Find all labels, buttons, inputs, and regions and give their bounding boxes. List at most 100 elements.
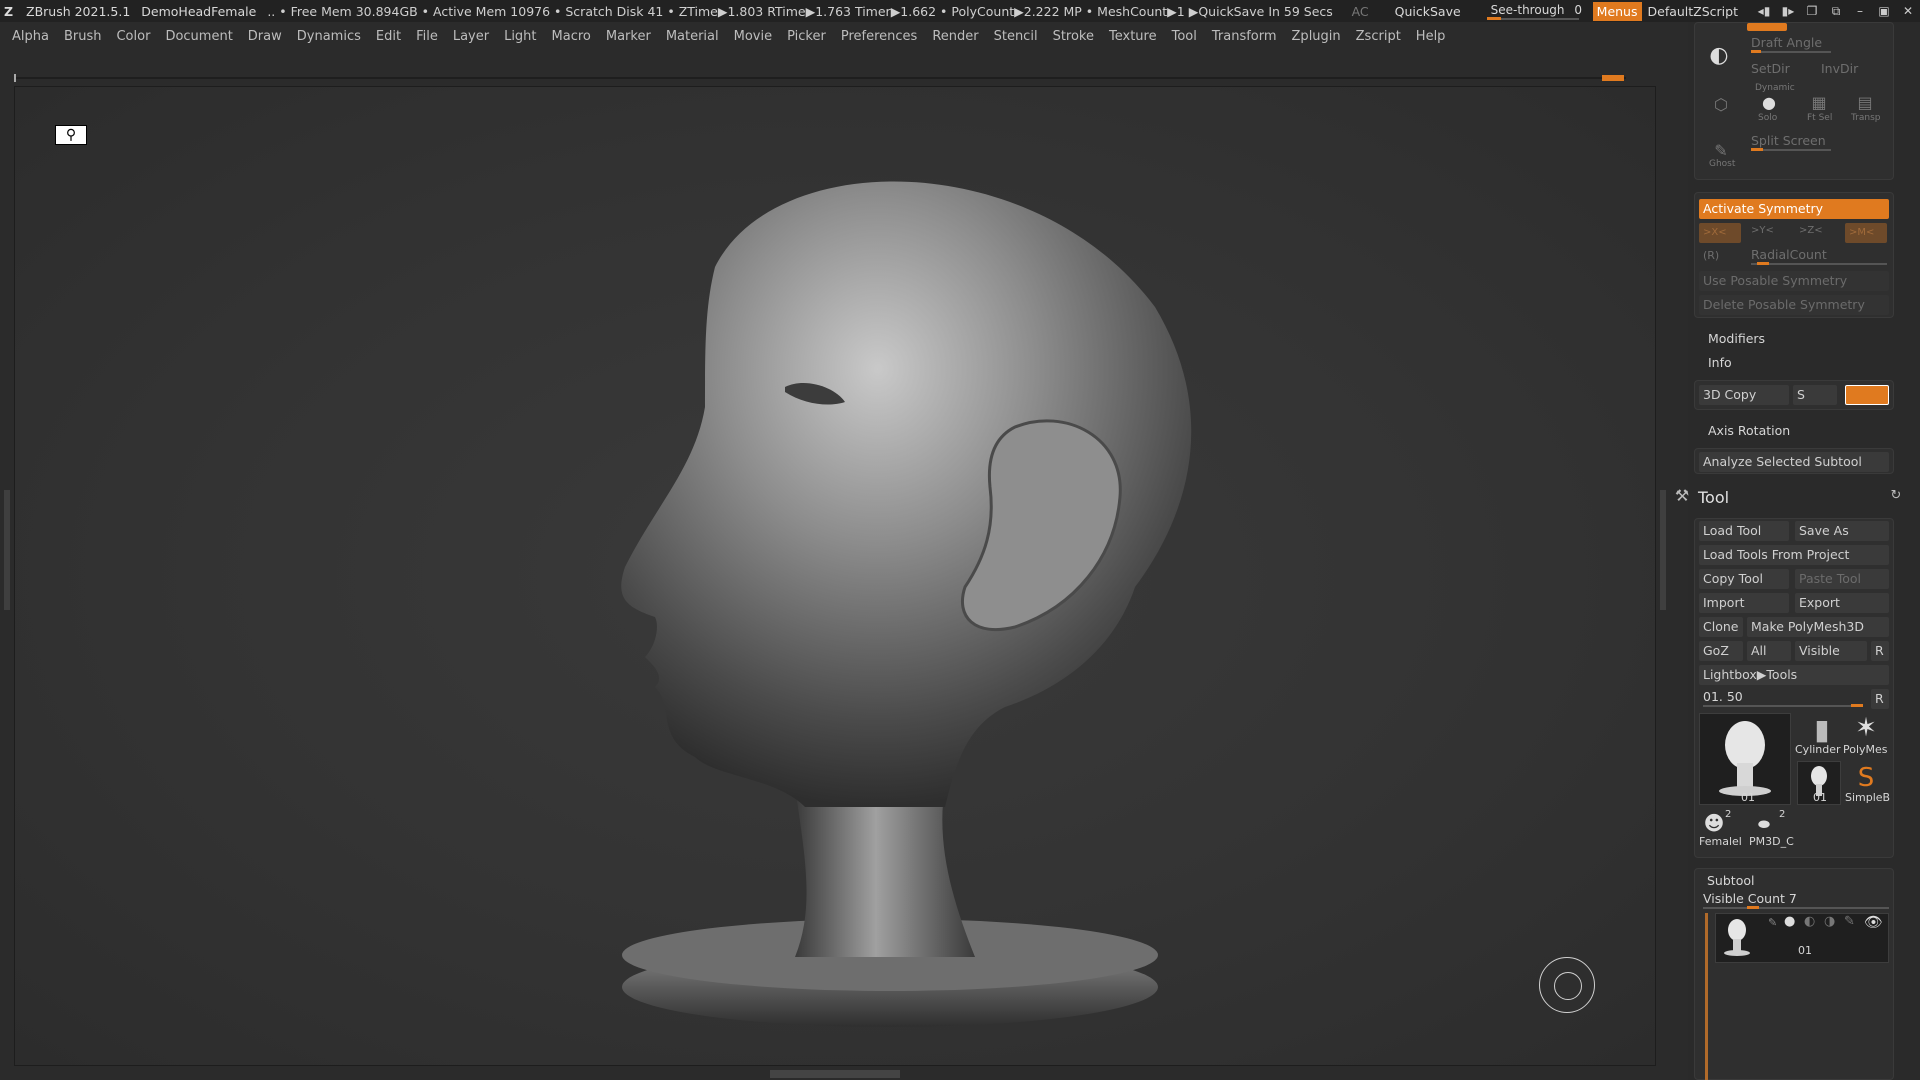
info-section[interactable]: Info <box>1708 355 1732 370</box>
setdir-button[interactable]: SetDir <box>1751 61 1790 76</box>
invdir-button[interactable]: InvDir <box>1821 61 1858 76</box>
tool-palette-title[interactable]: Tool <box>1698 488 1729 507</box>
local-symmetry-icon[interactable]: ◐ <box>1705 43 1733 68</box>
transp-icon[interactable]: ▤ <box>1851 93 1879 112</box>
menu-brush[interactable]: Brush <box>64 29 102 44</box>
analyze-selected-subtool-button[interactable]: Analyze Selected Subtool <box>1699 452 1889 472</box>
split-screen-track[interactable] <box>1751 149 1831 151</box>
axis-rotation-section[interactable]: Axis Rotation <box>1708 423 1790 438</box>
copy3d-button[interactable]: 3D Copy <box>1699 385 1789 405</box>
subtool-polypaint-icon[interactable]: ● <box>1784 914 1795 929</box>
symmetry-m-button[interactable]: >M< <box>1845 223 1887 243</box>
menu-stencil[interactable]: Stencil <box>994 29 1038 44</box>
draft-angle-track[interactable] <box>1751 51 1831 53</box>
menu-document[interactable]: Document <box>165 29 232 44</box>
save-as-button[interactable]: Save As <box>1795 521 1889 541</box>
subtool-dynamic-icon[interactable]: ◑ <box>1824 914 1835 929</box>
right-tray-handle[interactable] <box>1660 490 1666 610</box>
quicksave-button[interactable]: QuickSave <box>1395 4 1461 19</box>
radial-count-label[interactable]: RadialCount <box>1751 247 1827 262</box>
menu-movie[interactable]: Movie <box>734 29 772 44</box>
see-through-slider[interactable]: See-through 0 <box>1486 2 1582 20</box>
close-icon[interactable]: ✕ <box>1896 4 1920 18</box>
menu-render[interactable]: Render <box>932 29 978 44</box>
goz-visible-button[interactable]: Visible <box>1795 641 1867 661</box>
make-polymesh3d-button[interactable]: Make PolyMesh3D <box>1747 617 1889 637</box>
menu-marker[interactable]: Marker <box>606 29 651 44</box>
symmetry-radial-button[interactable]: (R) <box>1703 249 1719 262</box>
layout-right-icon[interactable]: ▮▸ <box>1776 4 1800 18</box>
bottom-tray-handle[interactable] <box>770 1070 900 1078</box>
menu-stroke[interactable]: Stroke <box>1053 29 1094 44</box>
menu-material[interactable]: Material <box>666 29 719 44</box>
subtool-title[interactable]: Subtool <box>1707 873 1754 888</box>
female-head-thumb-icon[interactable]: ☻ <box>1701 811 1727 835</box>
modifiers-section[interactable]: Modifiers <box>1708 331 1765 346</box>
minimize-icon[interactable]: – <box>1848 4 1872 18</box>
menu-preferences[interactable]: Preferences <box>841 29 917 44</box>
subtool-pencil-icon[interactable]: ✎ <box>1844 914 1855 929</box>
symmetry-x-button[interactable]: >X< <box>1699 223 1741 243</box>
timeline-ruler[interactable] <box>14 74 1626 82</box>
subtool-scrollbar[interactable] <box>1705 913 1708 1080</box>
ruler-marker[interactable] <box>1602 75 1624 81</box>
visible-count-track[interactable] <box>1703 907 1889 909</box>
window-cascade-icon[interactable]: ⧉ <box>1824 4 1848 19</box>
tool-slider-r-button[interactable]: R <box>1871 689 1889 709</box>
polymesh-star-icon[interactable]: ✶ <box>1851 713 1881 743</box>
navigation-gizmo[interactable] <box>1539 957 1595 1013</box>
transform-orange-button[interactable] <box>1747 23 1787 31</box>
menu-zscript[interactable]: Zscript <box>1356 29 1401 44</box>
menu-tool[interactable]: Tool <box>1172 29 1197 44</box>
menus-toggle[interactable]: Menus <box>1592 1 1642 21</box>
goz-r-button[interactable]: R <box>1871 641 1889 661</box>
document-canvas[interactable]: ⚲ <box>14 86 1656 1066</box>
ac-button[interactable]: AC <box>1352 4 1369 19</box>
menu-edit[interactable]: Edit <box>376 29 401 44</box>
split-screen-button[interactable]: Split Screen <box>1751 133 1826 148</box>
copy-tool-button[interactable]: Copy Tool <box>1699 569 1789 589</box>
tool-slider-track[interactable] <box>1703 705 1863 707</box>
symmetry-y-button[interactable]: >Y< <box>1751 225 1774 236</box>
menu-picker[interactable]: Picker <box>787 29 826 44</box>
menu-macro[interactable]: Macro <box>552 29 591 44</box>
menu-alpha[interactable]: Alpha <box>12 29 49 44</box>
menu-dynamics[interactable]: Dynamics <box>297 29 361 44</box>
refresh-icon[interactable]: ↻ <box>1888 488 1904 503</box>
subtool-eye-icon[interactable]: 👁 <box>1864 913 1883 931</box>
menu-transform[interactable]: Transform <box>1212 29 1277 44</box>
menu-texture[interactable]: Texture <box>1109 29 1157 44</box>
solo-icon[interactable]: ● <box>1755 93 1783 112</box>
subtool-brush-icon[interactable]: ✎ <box>1768 916 1777 929</box>
use-posable-symmetry-button[interactable]: Use Posable Symmetry <box>1699 271 1889 291</box>
radial-count-track[interactable] <box>1751 263 1887 265</box>
load-tool-button[interactable]: Load Tool <box>1699 521 1789 541</box>
import-button[interactable]: Import <box>1699 593 1789 613</box>
activate-symmetry-button[interactable]: Activate Symmetry <box>1699 199 1889 219</box>
menu-file[interactable]: File <box>416 29 438 44</box>
symmetry-z-button[interactable]: >Z< <box>1799 225 1823 236</box>
menu-zplugin[interactable]: Zplugin <box>1292 29 1341 44</box>
lightbox-tools-button[interactable]: Lightbox▶Tools <box>1699 665 1889 685</box>
cylinder-thumb-icon[interactable]: ▮ <box>1807 713 1837 746</box>
layout-left-icon[interactable]: ◂▮ <box>1752 4 1776 18</box>
subtool-item[interactable]: ✎ ● ◐ ◑ ✎ 👁 01 <box>1715 913 1889 963</box>
copy3d-active-field[interactable] <box>1845 385 1889 405</box>
menu-help[interactable]: Help <box>1416 29 1446 44</box>
menu-layer[interactable]: Layer <box>453 29 489 44</box>
left-tray-handle[interactable] <box>4 490 10 610</box>
cube-icon[interactable]: ⬡ <box>1709 95 1733 114</box>
delete-posable-symmetry-button[interactable]: Delete Posable Symmetry <box>1699 295 1889 315</box>
export-button[interactable]: Export <box>1795 593 1889 613</box>
goz-button[interactable]: GoZ <box>1699 641 1743 661</box>
copy3d-s-field[interactable]: S <box>1793 385 1837 405</box>
ft-sel-icon[interactable]: ▦ <box>1805 93 1833 112</box>
ghost-icon[interactable]: ✎ <box>1709 141 1733 160</box>
draft-angle-label[interactable]: Draft Angle <box>1751 35 1822 50</box>
pm3d-thumb-icon[interactable]: ⬬ <box>1749 817 1779 833</box>
subtool-mask-icon[interactable]: ◐ <box>1804 914 1815 929</box>
paste-tool-button[interactable]: Paste Tool <box>1795 569 1889 589</box>
load-tools-from-project-button[interactable]: Load Tools From Project <box>1699 545 1889 565</box>
window-tile-icon[interactable]: ❐ <box>1800 4 1824 18</box>
menu-light[interactable]: Light <box>504 29 536 44</box>
